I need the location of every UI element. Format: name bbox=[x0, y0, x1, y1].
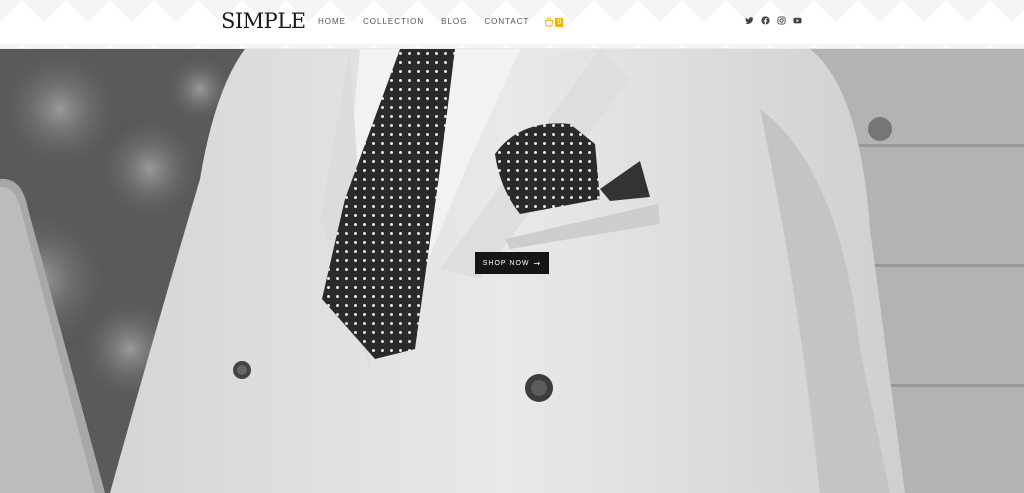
facebook-icon bbox=[761, 16, 770, 25]
site-logo[interactable]: SIMPLE bbox=[221, 9, 306, 33]
instagram-icon bbox=[777, 16, 786, 25]
main-nav: HOME COLLECTION BLOG CONTACT 0 bbox=[318, 16, 564, 28]
facebook-link[interactable] bbox=[761, 16, 770, 25]
shopping-bag-icon bbox=[545, 17, 554, 27]
arrow-right-icon: ➞ bbox=[533, 258, 542, 268]
cart-count-badge: 0 bbox=[555, 17, 564, 27]
nav-blog[interactable]: BLOG bbox=[441, 16, 467, 28]
twitter-icon bbox=[745, 17, 754, 24]
shop-now-label: SHOP NOW bbox=[482, 259, 530, 267]
social-links bbox=[745, 16, 809, 25]
nav-home[interactable]: HOME bbox=[318, 16, 346, 28]
cart-button[interactable]: 0 bbox=[544, 17, 564, 27]
instagram-link[interactable] bbox=[777, 16, 786, 25]
site-header: SIMPLE HOME COLLECTION BLOG CONTACT 0 bbox=[0, 0, 1024, 49]
twitter-link[interactable] bbox=[745, 16, 754, 25]
youtube-icon bbox=[793, 17, 802, 24]
hero-banner: SHOP NOW ➞ bbox=[0, 49, 1024, 493]
nav-collection[interactable]: COLLECTION bbox=[363, 16, 424, 28]
youtube-link[interactable] bbox=[793, 16, 802, 25]
shop-now-button[interactable]: SHOP NOW ➞ bbox=[475, 252, 549, 274]
nav-contact[interactable]: CONTACT bbox=[484, 16, 529, 28]
